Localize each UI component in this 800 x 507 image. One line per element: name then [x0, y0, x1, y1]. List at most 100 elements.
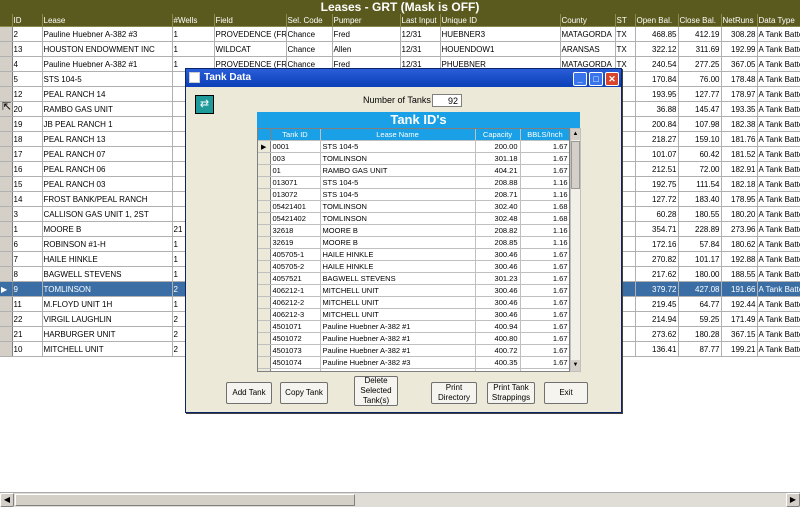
row-selector[interactable]	[258, 164, 271, 177]
table-cell[interactable]: A Tank Batte	[757, 56, 800, 72]
tank-cell[interactable]: 300.46	[475, 296, 521, 309]
tank-cell[interactable]: Pauline Huebner A-382 #1	[320, 344, 476, 357]
table-cell[interactable]: 273.62	[635, 326, 679, 342]
tank-cell[interactable]: 1.67	[520, 164, 569, 177]
copy-tank-button[interactable]: Copy Tank	[280, 382, 328, 404]
tank-cell[interactable]: 406212-1	[270, 284, 321, 297]
table-cell[interactable]: 183.40	[678, 191, 722, 207]
table-cell[interactable]: 181.52	[721, 146, 758, 162]
table-cell[interactable]: HAILE HINKLE	[42, 251, 173, 267]
row-selector[interactable]	[258, 344, 271, 357]
table-cell[interactable]: 60.28	[635, 206, 679, 222]
close-icon[interactable]: ✕	[605, 72, 619, 86]
tank-cell[interactable]: 4501071	[270, 320, 321, 333]
tank-cell[interactable]: 1.67	[520, 140, 569, 153]
table-cell[interactable]: ROBINSON #1-H	[42, 236, 173, 252]
tank-cell[interactable]: MITCHELL UNIT	[320, 296, 476, 309]
table-cell[interactable]: 72.00	[678, 161, 722, 177]
tank-cell[interactable]: MITCHELL UNIT	[320, 308, 476, 321]
table-cell[interactable]: 145.47	[678, 101, 722, 117]
tank-cell[interactable]: 405705-2	[270, 260, 321, 273]
add-tank-button[interactable]: Add Tank	[226, 382, 272, 404]
table-cell[interactable]: 76.00	[678, 71, 722, 87]
tank-cell[interactable]: 300.46	[475, 248, 521, 261]
row-selector[interactable]	[258, 224, 271, 237]
row-selector[interactable]	[258, 296, 271, 309]
tank-cell[interactable]: Pauline Huebner A-382 #3	[320, 356, 476, 369]
table-cell[interactable]: 180.00	[678, 266, 722, 282]
table-cell[interactable]: 14	[12, 191, 43, 207]
table-cell[interactable]: Fred	[332, 26, 401, 42]
tank-cell[interactable]: 01	[270, 164, 321, 177]
row-selector[interactable]	[0, 236, 13, 252]
table-cell[interactable]: 270.82	[635, 251, 679, 267]
tank-cell[interactable]: 1.67	[520, 332, 569, 345]
exit-button[interactable]: Exit	[544, 382, 588, 404]
table-cell[interactable]: 199.21	[721, 341, 758, 357]
table-cell[interactable]: 178.48	[721, 71, 758, 87]
tank-cell[interactable]: BAGWELL STEVENS	[320, 272, 476, 285]
row-selector[interactable]	[258, 320, 271, 333]
tank-cell[interactable]: 4501072	[270, 332, 321, 345]
table-cell[interactable]: HOUENDOW1	[440, 41, 561, 57]
table-cell[interactable]: 180.28	[678, 326, 722, 342]
table-cell[interactable]: 12	[12, 86, 43, 102]
tank-row[interactable]: 32619 MOORE B 208.85 1.16	[258, 236, 569, 249]
row-selector[interactable]	[258, 272, 271, 285]
table-row[interactable]: 13 HOUSTON ENDOWMENT INC 1 WILDCAT Chance All…	[0, 41, 800, 57]
tank-column-header[interactable]: Tank ID	[270, 129, 321, 141]
column-header[interactable]: Unique ID	[440, 14, 561, 27]
tank-column-header[interactable]: BBLS/Inch	[520, 129, 569, 141]
tank-cell[interactable]: 1.67	[520, 368, 569, 371]
tank-cell[interactable]: 4501073	[270, 344, 321, 357]
tank-cell[interactable]: 1.67	[520, 296, 569, 309]
tank-row[interactable]: 406212-1 MITCHELL UNIT 300.46 1.67	[258, 284, 569, 297]
tank-row[interactable]: 406212-3 MITCHELL UNIT 300.46 1.67	[258, 308, 569, 321]
table-cell[interactable]: TX	[615, 26, 636, 42]
tank-cell[interactable]: 404.21	[475, 164, 521, 177]
table-cell[interactable]: 36.88	[635, 101, 679, 117]
tank-cell[interactable]: 05421401	[270, 200, 321, 213]
tank-cell[interactable]: TOMLINSON	[320, 200, 476, 213]
table-cell[interactable]: 468.85	[635, 26, 679, 42]
table-cell[interactable]: 273.96	[721, 221, 758, 237]
table-cell[interactable]: 178.95	[721, 191, 758, 207]
column-header[interactable]: Data Type	[757, 14, 800, 27]
scroll-down-icon[interactable]: ▼	[571, 360, 580, 371]
table-cell[interactable]: TX	[615, 41, 636, 57]
table-cell[interactable]: 60.42	[678, 146, 722, 162]
table-cell[interactable]: 5	[12, 71, 43, 87]
table-cell[interactable]: A Tank Batte	[757, 281, 800, 297]
table-cell[interactable]: A Tank Batte	[757, 311, 800, 327]
tank-cell[interactable]: 013071	[270, 176, 321, 189]
tank-grid-scrollbar[interactable]: ▲ ▼	[570, 128, 581, 372]
table-cell[interactable]: 136.41	[635, 341, 679, 357]
row-selector[interactable]	[0, 191, 13, 207]
table-cell[interactable]: A Tank Batte	[757, 176, 800, 192]
table-cell[interactable]: MITCHELL UNIT	[42, 341, 173, 357]
table-cell[interactable]: JB PEAL RANCH 1	[42, 116, 173, 132]
table-cell[interactable]: 212.51	[635, 161, 679, 177]
column-header[interactable]: NetRuns	[721, 14, 758, 27]
column-header[interactable]: Field	[214, 14, 287, 27]
table-cell[interactable]: 17	[12, 146, 43, 162]
scroll-thumb[interactable]	[15, 494, 355, 506]
tank-cell[interactable]: 013072	[270, 188, 321, 201]
tank-row[interactable]: 405705-1 HAILE HINKLE 300.46 1.67	[258, 248, 569, 261]
table-cell[interactable]: 427.08	[678, 281, 722, 297]
tank-column-header[interactable]: Lease Name	[320, 129, 476, 141]
tank-row[interactable]: 05421401 TOMLINSON 302.40 1.68	[258, 200, 569, 213]
table-cell[interactable]: A Tank Batte	[757, 146, 800, 162]
table-cell[interactable]: 7	[12, 251, 43, 267]
row-selector[interactable]	[258, 236, 271, 249]
row-selector[interactable]	[0, 221, 13, 237]
table-cell[interactable]: Allen	[332, 41, 401, 57]
tank-cell[interactable]: 1.16	[520, 224, 569, 237]
tank-row[interactable]: 4501075Pauline Huebner A-382 #3400.351.6…	[258, 368, 569, 371]
tank-cell[interactable]: 1.67	[520, 272, 569, 285]
tank-cell[interactable]: 1.16	[520, 176, 569, 189]
table-cell[interactable]: 171.49	[721, 311, 758, 327]
tank-cell[interactable]: 1.67	[520, 260, 569, 273]
table-cell[interactable]: 217.62	[635, 266, 679, 282]
table-cell[interactable]: A Tank Batte	[757, 296, 800, 312]
